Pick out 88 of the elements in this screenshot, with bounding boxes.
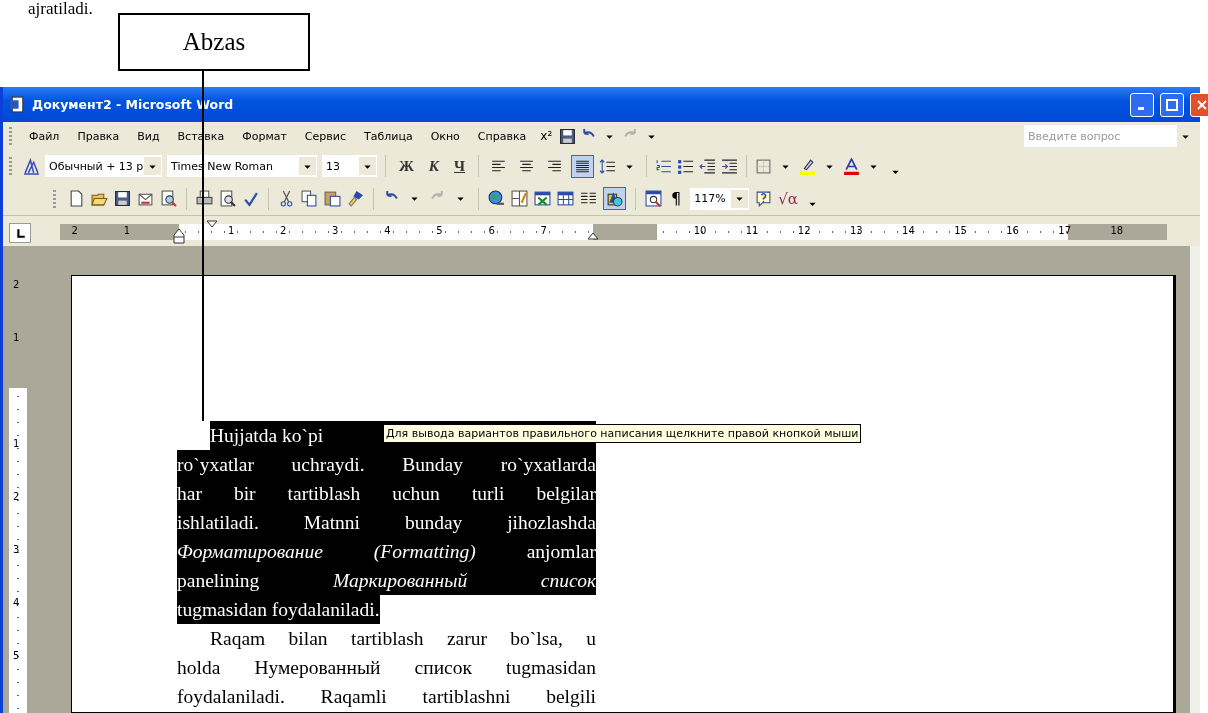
menu-item[interactable]: Правка <box>70 127 127 145</box>
spelling-icon[interactable] <box>242 190 259 207</box>
decrease-indent-icon[interactable] <box>699 157 717 175</box>
italic-button[interactable]: К <box>423 157 445 175</box>
menu-item[interactable]: Файл <box>22 127 67 145</box>
ruler-number: 2 <box>13 278 20 290</box>
question-field[interactable]: Введите вопрос <box>1024 125 1177 147</box>
style-dropdown[interactable]: Обычный + 13 р <box>45 155 162 177</box>
ruler-number: 5 <box>436 225 443 236</box>
toolbar-handle[interactable] <box>9 127 12 145</box>
paste-icon[interactable] <box>324 190 341 207</box>
spreadsheet-icon[interactable] <box>534 190 551 207</box>
font-size-dropdown[interactable]: 13 <box>322 155 377 177</box>
save-icon[interactable] <box>559 127 577 145</box>
hyperlink-icon[interactable] <box>488 190 505 207</box>
cut-icon[interactable] <box>278 190 295 207</box>
menu-item[interactable]: Окно <box>423 127 467 145</box>
close-button[interactable] <box>1190 92 1208 117</box>
ruler-number: 14 <box>902 225 915 236</box>
ruler-number: 2 <box>280 225 287 236</box>
ruler-number: 13 <box>849 225 863 236</box>
ruler-number: 3 <box>13 543 20 555</box>
ruler-number: 4 <box>384 225 391 236</box>
highlighter-icon[interactable] <box>799 157 817 175</box>
save-icon[interactable] <box>114 190 131 207</box>
ruler-number: 1 <box>123 225 131 236</box>
show-formatting-button[interactable]: ¶ <box>668 189 685 208</box>
ruler-number: 5 <box>13 649 20 661</box>
ruler-number: 7 <box>540 225 547 236</box>
ruler-number: 6 <box>488 225 495 236</box>
ruler-number: 1 <box>13 331 20 343</box>
ruler-number: 3 <box>332 225 339 236</box>
styles-icon[interactable] <box>23 157 40 175</box>
ruler-number: 18 <box>1110 225 1124 236</box>
ruler-number: 1 <box>227 225 235 236</box>
ruler-number: 11 <box>745 225 759 236</box>
new-document-icon[interactable] <box>68 190 85 207</box>
ruler-number: 4 <box>13 596 20 608</box>
copy-icon[interactable] <box>301 190 318 207</box>
ruler-number: 15 <box>954 225 967 236</box>
print-icon[interactable] <box>196 190 213 207</box>
research-icon[interactable] <box>160 190 177 207</box>
text-line: holda Нумерованный список tugmasidan <box>177 656 596 680</box>
maximize-button[interactable] <box>1160 92 1184 117</box>
menu-item[interactable]: Сервис <box>297 127 353 145</box>
right-indent-icon[interactable] <box>587 232 599 240</box>
text-line: foydalaniladi. Raqamli tartiblashni belgili <box>177 685 596 709</box>
zoom-dropdown[interactable]: 117% <box>690 187 750 210</box>
menu-item[interactable]: Таблица <box>356 127 420 145</box>
bulleted-list-icon[interactable] <box>677 157 695 175</box>
toolbar-handle[interactable] <box>53 189 56 208</box>
maximize-icon[interactable] <box>1166 98 1178 111</box>
ruler-number: 16 <box>1006 225 1019 236</box>
help-icon[interactable] <box>755 190 773 207</box>
callout-label: Abzas <box>118 13 310 71</box>
ruler-number: 17 <box>1058 225 1072 236</box>
ruler-number: 2 <box>13 490 20 502</box>
minimize-button[interactable] <box>1130 92 1154 117</box>
ruler-number: 2 <box>71 225 78 236</box>
print-preview-icon[interactable] <box>219 190 236 207</box>
increase-indent-icon[interactable] <box>721 157 739 175</box>
format-painter-icon[interactable] <box>347 190 364 207</box>
font-color-icon[interactable] <box>843 157 861 175</box>
numbered-list-icon[interactable] <box>655 157 673 175</box>
menu-item[interactable]: Вид <box>130 127 167 145</box>
ruler-number: 1 <box>13 437 20 449</box>
scrollbar[interactable] <box>1190 246 1200 713</box>
menu-item[interactable]: Справка <box>470 127 534 145</box>
close-icon[interactable] <box>1196 98 1208 111</box>
menu-item[interactable]: Формат <box>235 127 294 145</box>
underline-button[interactable]: Ч <box>449 157 471 175</box>
font-dropdown[interactable]: Times New Roman <box>167 155 317 177</box>
toolbar-handle[interactable] <box>9 157 12 175</box>
first-line-indent-icon[interactable] <box>206 220 218 228</box>
ruler-number: 12 <box>797 225 811 236</box>
line-spacing-icon[interactable] <box>599 157 617 175</box>
document-map-icon[interactable] <box>645 190 662 207</box>
superscript-button[interactable]: x² <box>537 129 556 143</box>
text-fragment: ajratiladi. <box>28 0 93 17</box>
indent-marker-icon[interactable] <box>173 228 185 244</box>
text-line: Raqam bilan tartiblash zarur bo`lsa, u <box>209 627 596 651</box>
ruler-number: 10 <box>693 225 707 236</box>
tooltip: Для вывода вариантов правильного написания щелкните правой кнопкой мыши <box>383 424 862 443</box>
table-pencil-icon[interactable] <box>511 190 528 207</box>
bold-button[interactable]: Ж <box>394 157 419 175</box>
word-document-icon <box>9 96 26 113</box>
equation-button[interactable]: √α <box>778 189 798 208</box>
insert-table-icon[interactable] <box>557 190 574 207</box>
